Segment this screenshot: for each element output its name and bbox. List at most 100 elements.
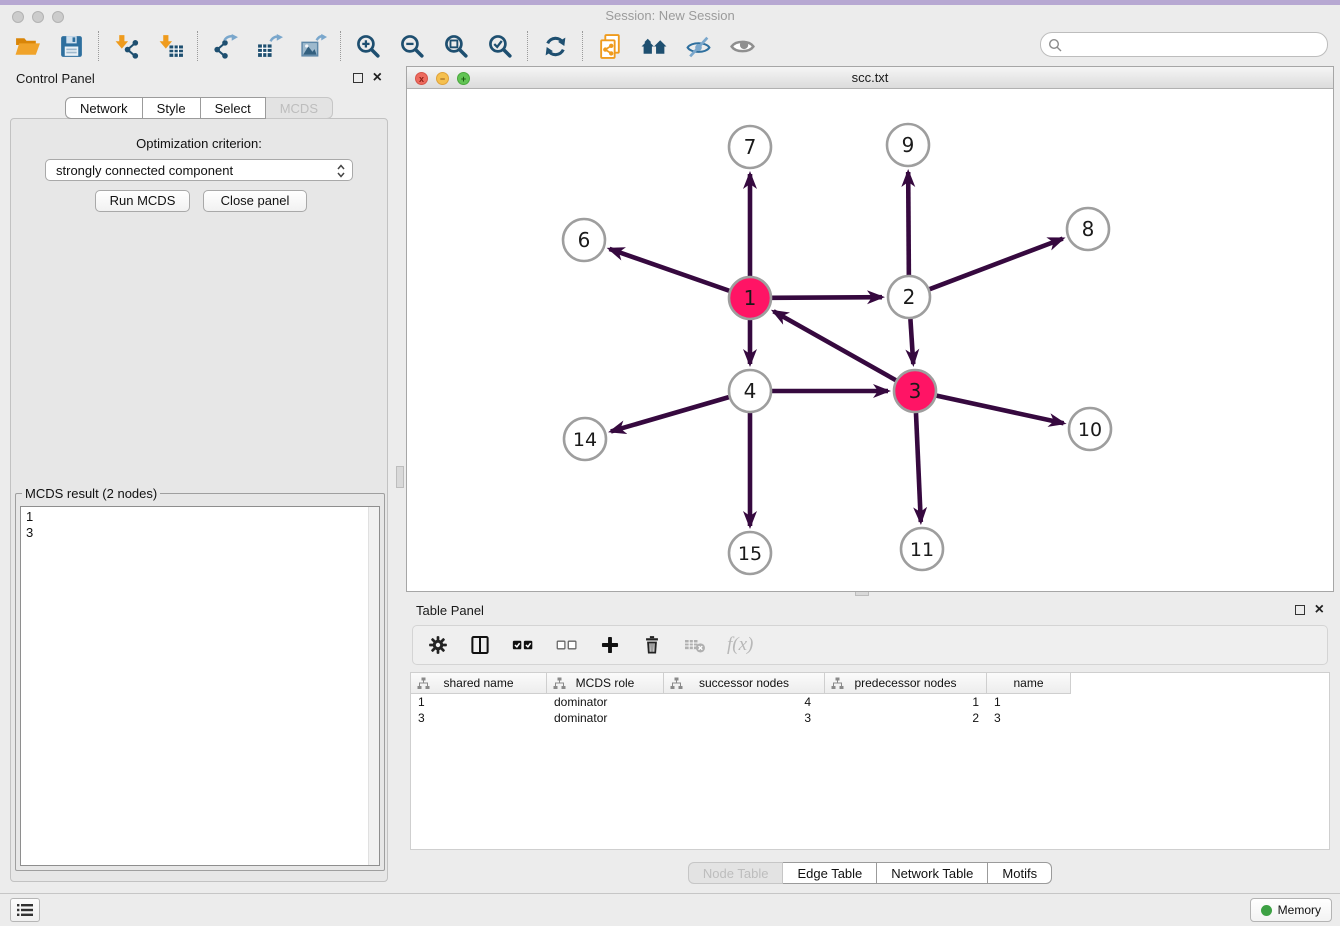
graph-node-label: 9 bbox=[902, 133, 915, 157]
table-cell: 4 bbox=[664, 694, 825, 710]
graph-node-label: 3 bbox=[909, 379, 922, 403]
import-network-icon[interactable] bbox=[112, 32, 140, 60]
mcds-result-text: 1 3 bbox=[21, 507, 367, 865]
open-session-icon[interactable] bbox=[13, 32, 41, 60]
table-cell: 2 bbox=[825, 710, 987, 726]
graph-node-label: 11 bbox=[910, 539, 934, 561]
graph-svg[interactable]: 7968124314101511 bbox=[407, 89, 1333, 591]
tab-network-table[interactable]: Network Table bbox=[877, 862, 988, 884]
zoom-fit-icon[interactable] bbox=[442, 32, 470, 60]
tab-motifs[interactable]: Motifs bbox=[988, 862, 1052, 884]
graph-node-label: 4 bbox=[744, 379, 757, 403]
graph-edge-2-9[interactable] bbox=[908, 172, 909, 275]
float-panel-icon[interactable] bbox=[353, 73, 363, 83]
close-panel-button[interactable]: Close panel bbox=[203, 190, 307, 212]
graph-edge-2-8[interactable] bbox=[930, 239, 1063, 290]
criterion-select-value: strongly connected component bbox=[56, 163, 233, 178]
column-label: shared name bbox=[443, 676, 513, 690]
status-bar: Memory bbox=[0, 893, 1340, 926]
vertical-splitter-grip[interactable] bbox=[396, 466, 404, 488]
table-cell: 1 bbox=[987, 694, 1071, 710]
tab-style[interactable]: Style bbox=[143, 97, 201, 119]
export-image-icon[interactable] bbox=[299, 32, 327, 60]
table-row[interactable]: 3dominator323 bbox=[411, 710, 1329, 726]
show-all-icon[interactable] bbox=[728, 32, 756, 60]
first-neighbors-icon[interactable] bbox=[640, 32, 668, 60]
graph-node-label: 2 bbox=[903, 285, 916, 309]
memory-button[interactable]: Memory bbox=[1250, 898, 1332, 922]
main-toolbar bbox=[0, 28, 1340, 64]
function-builder-icon[interactable]: f(x) bbox=[727, 634, 753, 656]
column-label: successor nodes bbox=[699, 676, 789, 690]
graph-edge-1-2[interactable] bbox=[772, 297, 882, 298]
result-scrollbar[interactable] bbox=[368, 507, 379, 865]
add-column-icon[interactable] bbox=[599, 634, 621, 656]
split-columns-icon[interactable] bbox=[469, 634, 491, 656]
tab-edge-table[interactable]: Edge Table bbox=[783, 862, 877, 884]
graph-edge-2-3[interactable] bbox=[910, 319, 913, 364]
control-panel-title: Control Panel bbox=[16, 71, 95, 86]
run-mcds-button[interactable]: Run MCDS bbox=[95, 190, 190, 212]
hierarchy-icon bbox=[553, 677, 566, 690]
column-header-shared-name[interactable]: shared name bbox=[411, 673, 547, 694]
graph-edge-4-14[interactable] bbox=[611, 397, 729, 431]
graph-edge-1-6[interactable] bbox=[609, 249, 729, 291]
hierarchy-icon bbox=[831, 677, 844, 690]
export-table-icon[interactable] bbox=[255, 32, 283, 60]
table-cell: dominator bbox=[547, 694, 664, 710]
search-input[interactable] bbox=[1067, 37, 1327, 52]
graph-edge-3-11[interactable] bbox=[916, 413, 921, 522]
graph-edge-3-10[interactable] bbox=[936, 396, 1063, 424]
task-history-button[interactable] bbox=[10, 898, 40, 922]
export-network-icon[interactable] bbox=[211, 32, 239, 60]
hide-selected-icon[interactable] bbox=[684, 32, 712, 60]
graph-edge-3-1[interactable] bbox=[774, 311, 896, 380]
tab-mcds[interactable]: MCDS bbox=[266, 97, 333, 119]
clone-network-icon[interactable] bbox=[596, 32, 624, 60]
tab-network[interactable]: Network bbox=[65, 97, 143, 119]
select-all-columns-icon[interactable] bbox=[511, 634, 535, 656]
close-panel-icon[interactable]: × bbox=[373, 73, 382, 83]
control-panel: Control Panel × Network Style Select MCD… bbox=[6, 66, 392, 888]
float-table-panel-icon[interactable] bbox=[1295, 605, 1305, 615]
delete-table-icon[interactable] bbox=[683, 635, 707, 655]
search-icon bbox=[1048, 38, 1062, 52]
import-table-icon[interactable] bbox=[156, 32, 184, 60]
delete-column-icon[interactable] bbox=[641, 634, 663, 656]
node-table: shared name MCDS role successor nodes pr… bbox=[410, 672, 1330, 850]
column-header-name[interactable]: name bbox=[987, 673, 1071, 694]
table-toolbar: f(x) bbox=[412, 625, 1328, 665]
zoom-selected-icon[interactable] bbox=[486, 32, 514, 60]
function-builder-label: f(x) bbox=[727, 634, 753, 656]
table-body: 1dominator4113dominator323 bbox=[411, 694, 1329, 726]
settings-gear-icon[interactable] bbox=[427, 634, 449, 656]
column-header-successor-nodes[interactable]: successor nodes bbox=[664, 673, 825, 694]
save-session-icon[interactable] bbox=[57, 32, 85, 60]
graph-node-label: 10 bbox=[1078, 419, 1102, 441]
column-label: name bbox=[1013, 676, 1043, 690]
deselect-all-columns-icon[interactable] bbox=[555, 634, 579, 656]
zoom-out-icon[interactable] bbox=[398, 32, 426, 60]
column-header-predecessor-nodes[interactable]: predecessor nodes bbox=[825, 673, 987, 694]
table-row[interactable]: 1dominator411 bbox=[411, 694, 1329, 710]
apply-layout-icon[interactable] bbox=[541, 32, 569, 60]
zoom-in-icon[interactable] bbox=[354, 32, 382, 60]
mcds-result-box[interactable]: 1 3 bbox=[20, 506, 380, 866]
column-header-mcds-role[interactable]: MCDS role bbox=[547, 673, 664, 694]
table-cell: 1 bbox=[411, 694, 547, 710]
network-canvas[interactable]: 7968124314101511 bbox=[407, 89, 1333, 591]
table-header-row: shared name MCDS role successor nodes pr… bbox=[411, 673, 1329, 694]
criterion-select[interactable]: strongly connected component bbox=[45, 159, 353, 181]
table-cell: 1 bbox=[825, 694, 987, 710]
close-table-panel-icon[interactable]: × bbox=[1315, 605, 1324, 615]
table-panel: Table Panel × f(x) bbox=[406, 598, 1334, 888]
graph-node-label: 1 bbox=[744, 286, 757, 310]
window-title: Session: New Session bbox=[0, 8, 1340, 23]
hierarchy-icon bbox=[417, 677, 430, 690]
tab-node-table[interactable]: Node Table bbox=[688, 862, 784, 884]
optimization-criterion-label: Optimization criterion: bbox=[11, 136, 387, 151]
memory-label: Memory bbox=[1278, 903, 1321, 917]
tab-select[interactable]: Select bbox=[201, 97, 266, 119]
network-title: scc.txt bbox=[407, 70, 1333, 85]
graph-node-label: 6 bbox=[578, 228, 591, 252]
